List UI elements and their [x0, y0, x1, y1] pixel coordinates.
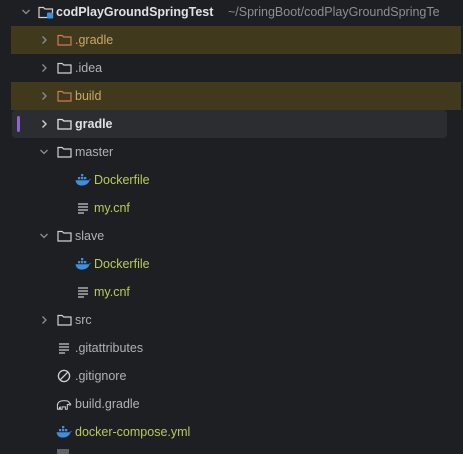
folder-icon [56, 222, 72, 250]
chevron-right-icon[interactable] [38, 82, 50, 110]
tree-root-row[interactable]: codPlayGroundSpringTest ~/SpringBoot/cod… [0, 0, 463, 26]
text-file-icon [56, 334, 72, 362]
chevron-right-icon[interactable] [38, 110, 50, 138]
excluded-folder-icon [56, 26, 72, 54]
tree-item-label: .gitattributes [75, 341, 144, 355]
ignore-file-icon [56, 362, 72, 390]
chevron-right-icon[interactable] [38, 54, 50, 82]
tree-row-master-dockerfile[interactable]: Dockerfile [0, 166, 463, 194]
docker-icon [75, 166, 91, 194]
tree-row-slave-dockerfile[interactable]: Dockerfile [0, 250, 463, 278]
clipped-file-icon [57, 449, 69, 454]
tree-item-label: .idea [75, 61, 103, 75]
tree-row-slave-mycnf[interactable]: my.cnf [0, 278, 463, 306]
tree-item-label: build [75, 89, 102, 103]
tree-item-label: Dockerfile [94, 257, 150, 271]
tree-item-label: Dockerfile [94, 173, 150, 187]
tree-row-docker-compose[interactable]: docker-compose.yml [0, 418, 463, 446]
tree-row-gitattributes[interactable]: .gitattributes [0, 334, 463, 362]
tree-item-label: build.gradle [75, 397, 140, 411]
module-folder-icon [38, 0, 54, 26]
docker-icon [56, 418, 72, 446]
tree-item-label: slave [75, 229, 105, 243]
tree-row-idea[interactable]: .idea [0, 54, 463, 82]
tree-item-label: .gradle [75, 33, 114, 47]
chevron-down-icon[interactable] [20, 0, 32, 26]
folder-icon [56, 306, 72, 334]
tree-item-label: master [75, 145, 114, 159]
folder-icon [56, 110, 72, 138]
project-tree: codPlayGroundSpringTest ~/SpringBoot/cod… [0, 0, 463, 454]
tree-item-label: my.cnf [94, 285, 130, 299]
tree-item-label: src [75, 313, 92, 327]
text-file-icon [75, 278, 91, 306]
folder-icon [56, 54, 72, 82]
text-file-icon [75, 194, 91, 222]
tree-row-src[interactable]: src [0, 306, 463, 334]
chevron-right-icon[interactable] [38, 26, 50, 54]
chevron-right-icon[interactable] [38, 306, 50, 334]
gradle-elephant-icon [56, 390, 72, 418]
tree-item-label: my.cnf [94, 201, 130, 215]
tree-row-build-gradle[interactable]: build.gradle [0, 390, 463, 418]
project-name: codPlayGroundSpringTest [56, 5, 214, 19]
docker-icon [75, 250, 91, 278]
tree-item-label: .gitignore [75, 369, 127, 383]
tree-row-gradle-cache[interactable]: .gradle [0, 26, 463, 54]
tree-item-label: gradle [75, 117, 113, 131]
tree-row-master-mycnf[interactable]: my.cnf [0, 194, 463, 222]
tree-row-gitignore[interactable]: .gitignore [0, 362, 463, 390]
tree-row-master[interactable]: master [0, 138, 463, 166]
project-path: ~/SpringBoot/codPlayGroundSpringTe [228, 5, 440, 19]
tree-row-build[interactable]: build [0, 82, 463, 110]
selection-marker [17, 116, 20, 132]
chevron-down-icon[interactable] [38, 138, 50, 166]
chevron-down-icon[interactable] [38, 222, 50, 250]
folder-icon [56, 138, 72, 166]
tree-row-slave[interactable]: slave [0, 222, 463, 250]
excluded-folder-icon [56, 82, 72, 110]
tree-row-gradle[interactable]: gradle [0, 110, 463, 138]
tree-item-label: docker-compose.yml [75, 425, 191, 439]
